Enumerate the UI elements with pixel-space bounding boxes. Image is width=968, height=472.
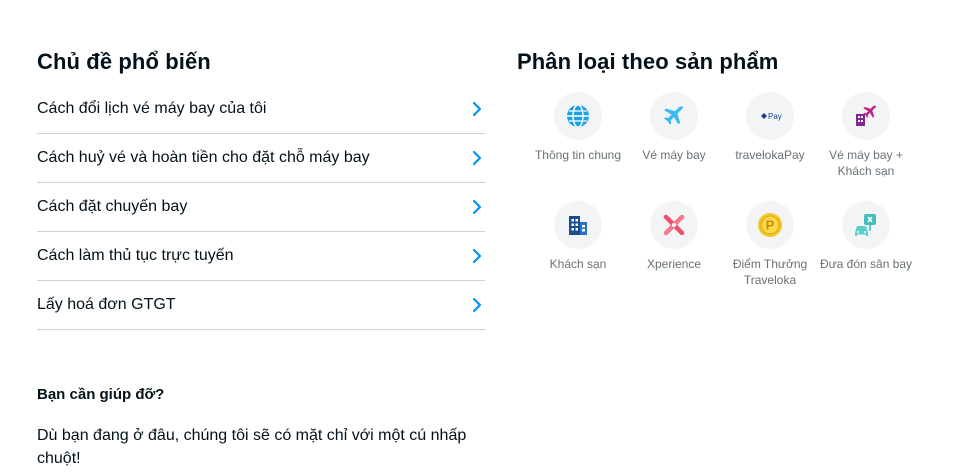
traveloka-pay-icon: Pay [761,112,782,121]
category-flights[interactable]: Vé máy bay [626,92,722,191]
categories-title: Phân loại theo sản phẩm [517,49,779,74]
chevron-right-icon [472,150,482,166]
category-general-info[interactable]: Thông tin chung [530,92,626,191]
topic-list: Cách đổi lịch vé máy bay của tôi Cách hu… [37,85,485,330]
svg-text:Pay: Pay [768,112,782,121]
category-icon-circle [842,92,890,140]
category-icon-circle [650,92,698,140]
help-text: Dù bạn đang ở đâu, chúng tôi sẽ có mặt c… [37,427,467,467]
topic-label: Cách đặt chuyến bay [37,198,188,215]
globe-icon [567,104,589,128]
product-categories-section: Phân loại theo sản phẩm [517,44,957,80]
topic-item[interactable]: Cách đặt chuyến bay [37,183,485,232]
category-hotels[interactable]: Khách sạn [530,201,626,300]
popular-topics-title: Chủ đề phổ biến [37,49,211,74]
airplane-icon [664,106,684,125]
topic-item[interactable]: Cách huỷ vé và hoàn tiền cho đặt chỗ máy… [37,134,485,183]
topic-label: Lấy hoá đơn GTGT [37,296,176,313]
flight-hotel-icon [856,105,877,126]
category-icon-circle [842,201,890,249]
topic-item[interactable]: Lấy hoá đơn GTGT [37,281,485,330]
help-title: Bạn cần giúp đỡ? [37,386,165,403]
airport-transfer-icon [855,214,876,236]
popular-topics-section: Chủ đề phổ biến Cách đổi lịch vé máy bay… [37,44,485,330]
category-icon-circle: Pay [746,92,794,140]
chevron-right-icon [472,101,482,117]
category-label: Đưa đón sân bay [819,257,913,271]
chevron-right-icon [472,199,482,215]
category-icon-circle [554,201,602,249]
category-label: Xperience [646,257,702,271]
xperience-icon [663,214,685,236]
category-icon-circle [554,92,602,140]
category-xperience[interactable]: Xperience [626,201,722,300]
category-flight-hotel[interactable]: Vé máy bay + Khách sạn [818,92,914,191]
category-traveloka-points[interactable]: P Điểm Thưởng Traveloka [722,201,818,300]
topic-label: Cách làm thủ tục trực tuyến [37,247,234,264]
chevron-right-icon [472,248,482,264]
category-airport-transfer[interactable]: Đưa đón sân bay [818,201,914,300]
points-coin-icon: P [758,213,782,237]
category-grid: Thông tin chung Vé máy bay Pay traveloka… [530,92,914,300]
category-label: Thông tin chung [534,148,622,162]
topic-label: Cách đổi lịch vé máy bay của tôi [37,100,267,117]
category-label: Khách sạn [549,257,607,271]
topic-item[interactable]: Cách làm thủ tục trực tuyến [37,232,485,281]
category-icon-circle: P [746,201,794,249]
category-traveloka-pay[interactable]: Pay travelokaPay [722,92,818,191]
svg-text:P: P [766,218,775,233]
topic-label: Cách huỷ vé và hoàn tiền cho đặt chỗ máy… [37,149,370,166]
category-label: Vé máy bay + Khách sạn [829,148,903,178]
topic-item[interactable]: Cách đổi lịch vé máy bay của tôi [37,85,485,134]
hotel-icon [569,216,587,235]
category-label: travelokaPay [735,148,805,162]
chevron-right-icon [472,297,482,313]
category-icon-circle [650,201,698,249]
category-label: Vé máy bay [642,148,706,162]
category-label: Điểm Thưởng Traveloka [732,257,808,287]
